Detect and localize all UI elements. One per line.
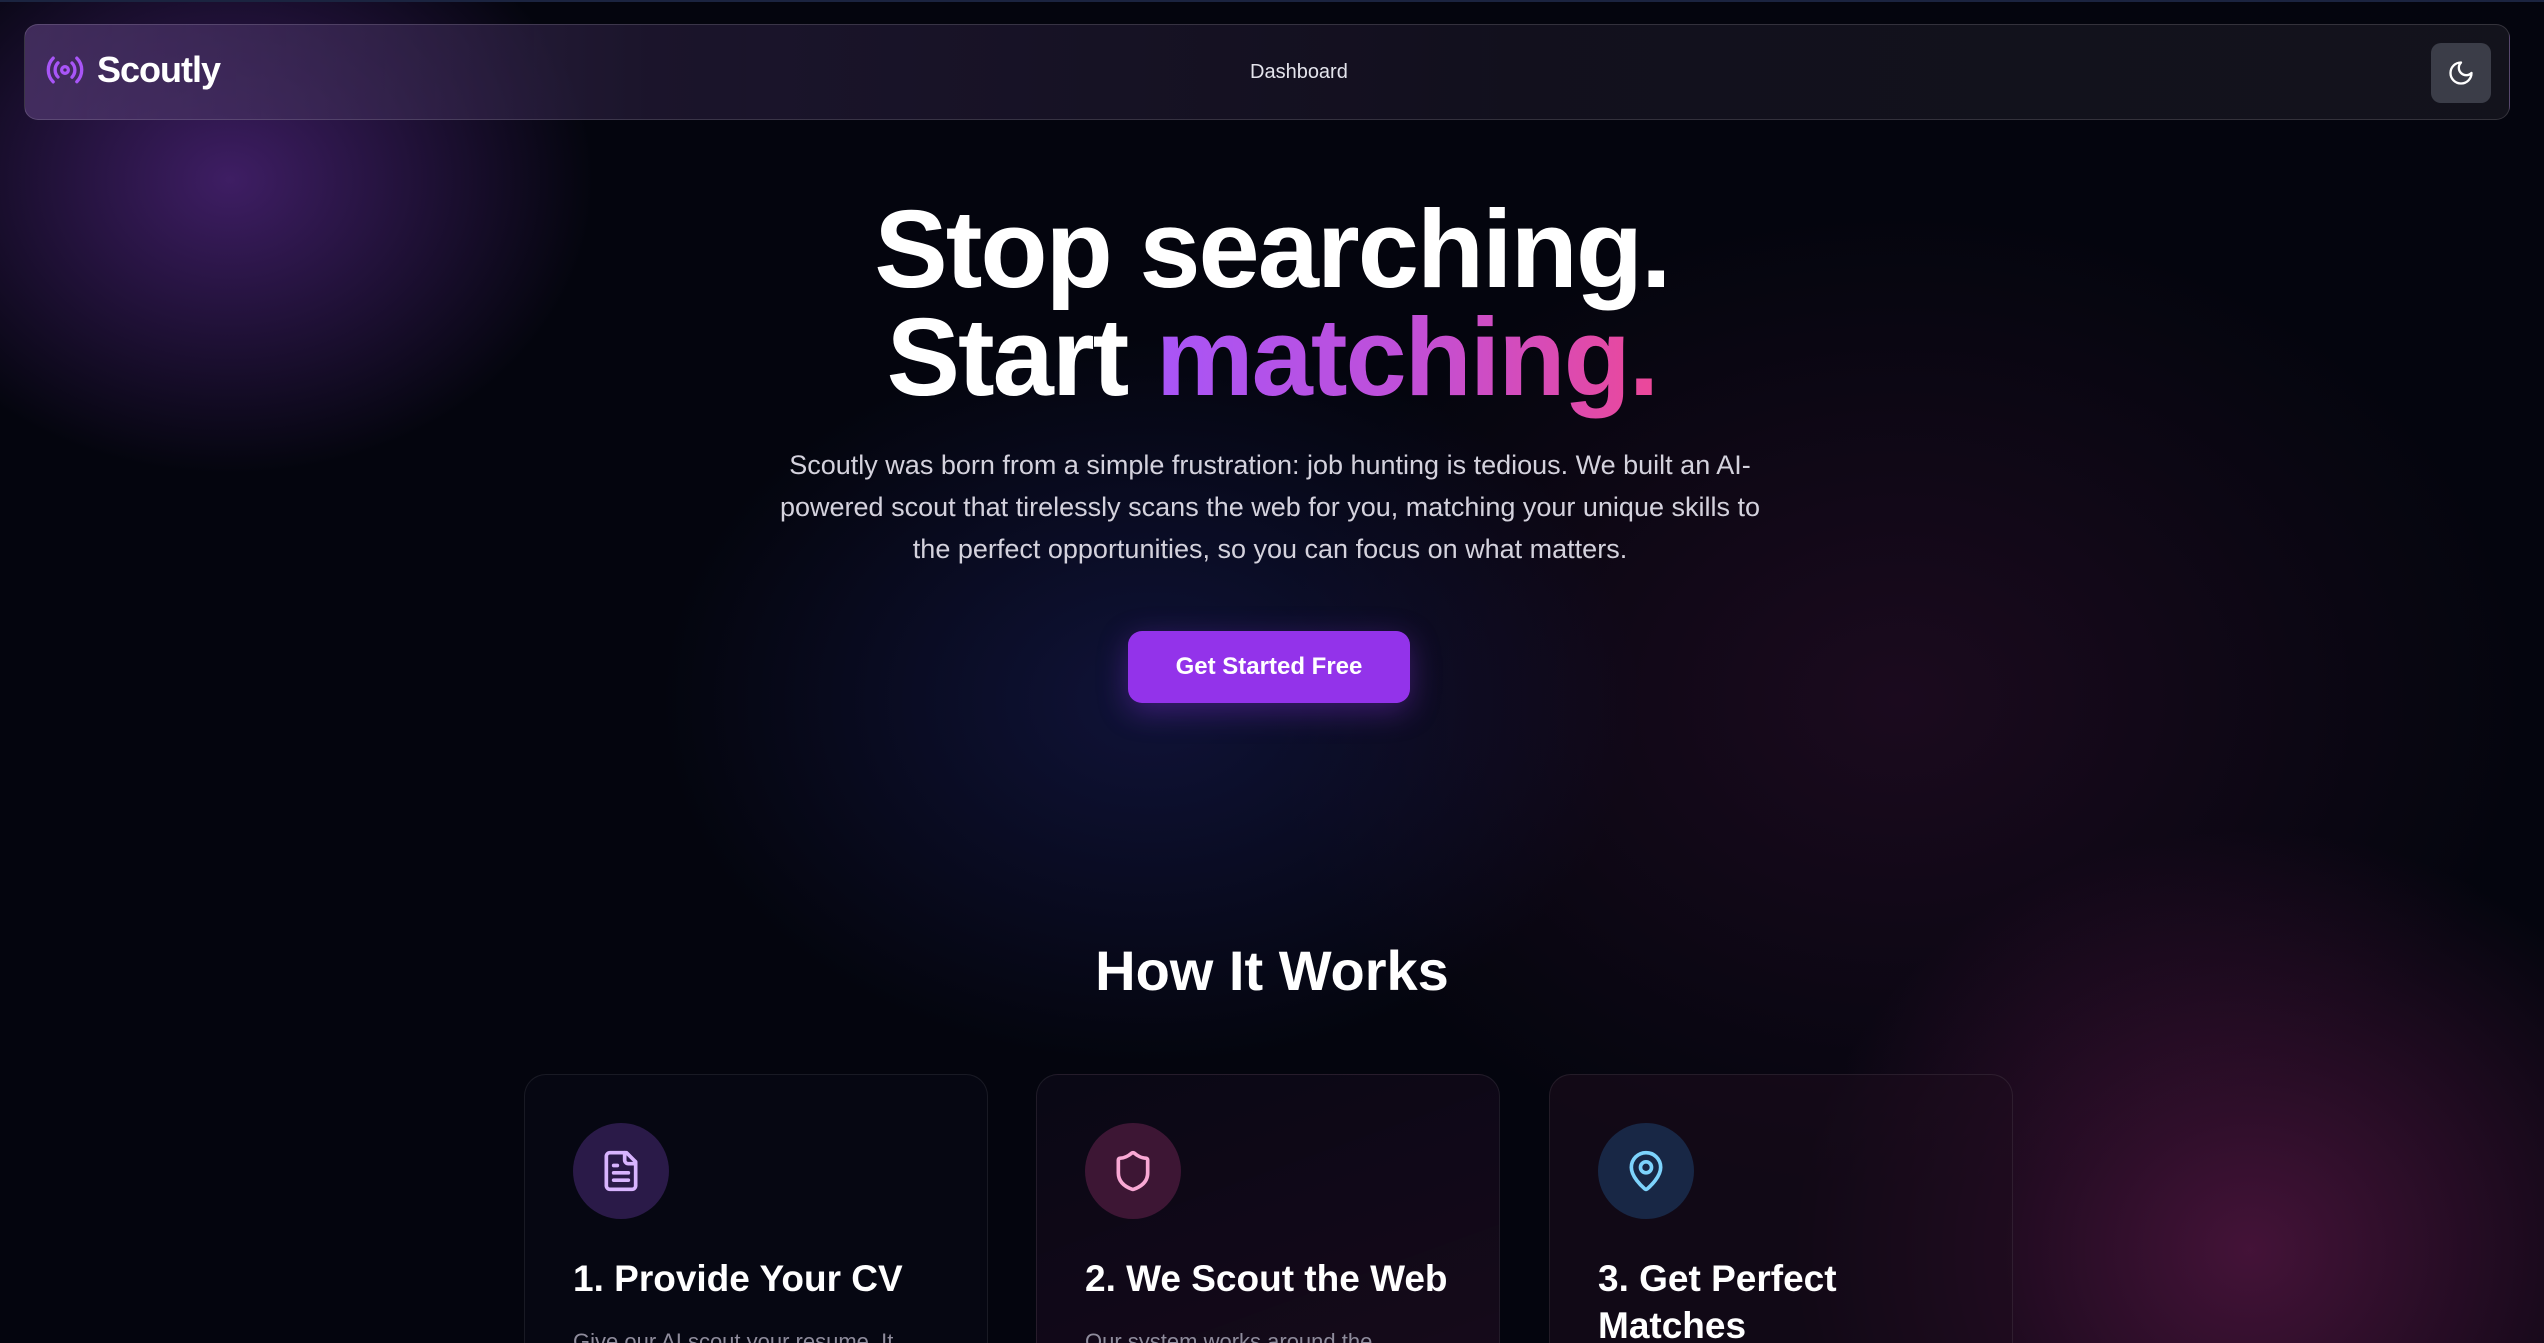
- step-title: 1. Provide Your CV: [573, 1258, 903, 1299]
- step-icon-badge: [1085, 1123, 1181, 1219]
- step-title: 3. Get Perfect Matches: [1598, 1258, 1837, 1343]
- step-icon-badge: [573, 1123, 669, 1219]
- hero-title: Stop searching. Start matching.: [0, 195, 2544, 413]
- get-started-button[interactable]: Get Started Free: [1128, 631, 1410, 703]
- navbar: Scoutly Dashboard: [24, 24, 2510, 120]
- page: Scoutly Dashboard Stop searching. Start …: [0, 0, 2544, 1343]
- step-title: 2. We Scout the Web: [1085, 1258, 1448, 1299]
- map-pin-icon: [1629, 1150, 1663, 1192]
- nav-link-dashboard[interactable]: Dashboard: [1250, 61, 1348, 84]
- broadcast-icon: [46, 56, 84, 84]
- hero-title-accent: matching.: [1155, 296, 1659, 419]
- top-border: [0, 0, 2544, 2]
- brand-name: Scoutly: [97, 49, 221, 90]
- how-it-works-title: How It Works: [1095, 939, 1449, 1002]
- hero-title-line2-start: Start: [886, 296, 1156, 419]
- brand-logo-link[interactable]: Scoutly: [45, 49, 221, 91]
- moon-icon: [2449, 61, 2473, 85]
- theme-toggle-button[interactable]: [2431, 43, 2491, 103]
- shield-icon: [1116, 1150, 1150, 1192]
- step-text: Give our AI scout your resume. It: [573, 1329, 894, 1343]
- step-card-cv: 1. Provide Your CV Give our AI scout you…: [524, 1074, 988, 1343]
- hero-title-line1: Stop searching.: [874, 188, 1671, 311]
- step-text: Our system works around the: [1085, 1329, 1373, 1343]
- step-card-matches: 3. Get Perfect Matches: [1549, 1074, 2013, 1343]
- document-icon: [604, 1150, 638, 1192]
- step-card-scout: 2. We Scout the Web Our system works aro…: [1036, 1074, 1500, 1343]
- step-icon-badge: [1598, 1123, 1694, 1219]
- hero-subtitle: Scoutly was born from a simple frustrati…: [780, 450, 1760, 564]
